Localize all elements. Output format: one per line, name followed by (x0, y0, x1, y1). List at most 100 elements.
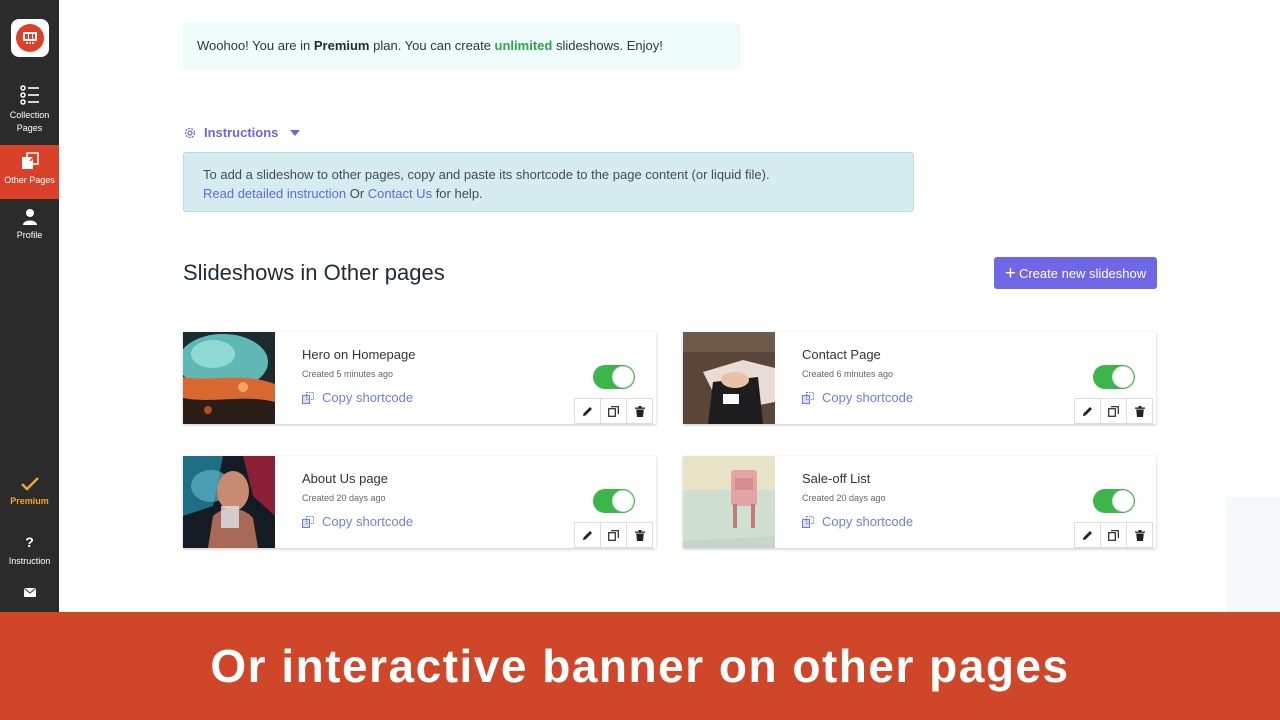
sidebar-item-collection-pages[interactable]: Collection Pages (0, 80, 59, 138)
caret-down-icon (290, 129, 301, 136)
edit-button[interactable] (1074, 398, 1101, 424)
sidebar-item-profile[interactable]: Profile (0, 204, 59, 252)
pencil-icon (583, 406, 592, 416)
duplicate-button[interactable] (600, 522, 627, 548)
instructions-text: To add a slideshow to other pages, copy … (203, 167, 770, 182)
toggle-knob (1112, 490, 1134, 512)
slideshow-card: Sale-off List Created 20 days ago Copy s… (683, 456, 1156, 548)
page-title: Slideshows in Other pages (183, 260, 445, 285)
instructions-toggle[interactable]: Instructions (184, 125, 301, 140)
duplicate-icon (1108, 529, 1119, 541)
card-actions (1074, 398, 1153, 424)
duplicate-icon (608, 529, 619, 541)
toggle-knob (612, 366, 634, 388)
background-panel (1226, 497, 1280, 612)
pencil-icon (1083, 406, 1092, 416)
delete-button[interactable] (626, 522, 653, 548)
create-button-label: Create new slideshow (1018, 265, 1147, 281)
slideshow-created: Created 6 minutes ago (802, 369, 894, 379)
unlimited-highlight: unlimited (494, 38, 553, 53)
plan-name: Premium (313, 38, 370, 53)
contact-us-link[interactable]: Contact Us (368, 186, 432, 201)
trash-icon (634, 529, 645, 541)
copy-shortcode-link[interactable]: Copy shortcode (302, 514, 413, 529)
sidebar-item-label: Other Pages (4, 175, 55, 185)
shortcode-icon (302, 391, 314, 404)
premium-plan-notice: Woohoo! You are in Premium plan. You can… (183, 23, 740, 69)
slideshow-thumbnail[interactable] (183, 332, 275, 424)
trash-icon (1134, 405, 1145, 417)
user-icon (22, 209, 37, 225)
slideshow-card: Hero on Homepage Created 5 minutes ago C… (183, 332, 656, 424)
instructions-label: Instructions (204, 125, 279, 140)
copy-shortcode-label: Copy shortcode (822, 390, 914, 405)
slideshow-card: Contact Page Created 6 minutes ago Copy … (683, 332, 1156, 424)
or-text: Or (346, 186, 368, 201)
sidebar-item-instruction[interactable]: ? Instruction (0, 532, 59, 576)
shortcode-icon (802, 391, 814, 404)
copy-shortcode-link[interactable]: Copy shortcode (802, 390, 913, 405)
check-icon (20, 477, 39, 491)
sidebar-item-label: Profile (16, 230, 43, 240)
edit-button[interactable] (574, 398, 601, 424)
notice-text: slideshows. Enjoy! (552, 38, 663, 53)
sidebar-item-other-pages[interactable]: Other Pages (0, 145, 59, 199)
delete-button[interactable] (1126, 398, 1153, 424)
card-actions (1074, 522, 1153, 548)
slideshow-thumbnail[interactable] (683, 456, 775, 548)
toggle-knob (1112, 366, 1134, 388)
toggle-knob (612, 490, 634, 512)
duplicate-icon (1108, 405, 1119, 417)
trash-icon (1134, 529, 1145, 541)
app-logo[interactable] (11, 19, 49, 57)
pencil-icon (1083, 530, 1092, 540)
copy-shortcode-label: Copy shortcode (822, 514, 914, 529)
sidebar: Collection Pages Other Pages Profile Prem… (0, 0, 59, 612)
slideshow-toggle[interactable] (1093, 489, 1135, 513)
copy-shortcode-link[interactable]: Copy shortcode (302, 390, 413, 405)
notice-text: Woohoo! You are in (197, 38, 314, 53)
instructions-box: To add a slideshow to other pages, copy … (183, 152, 914, 212)
slideshow-toggle[interactable] (593, 365, 635, 389)
delete-button[interactable] (1126, 522, 1153, 548)
gear-icon (184, 127, 196, 138)
pages-icon (21, 152, 39, 169)
duplicate-button[interactable] (1100, 522, 1127, 548)
copy-shortcode-link[interactable]: Copy shortcode (802, 514, 913, 529)
promo-banner: Or interactive banner on other pages (0, 612, 1280, 720)
duplicate-icon (608, 405, 619, 417)
duplicate-button[interactable] (600, 398, 627, 424)
slideshow-created: Created 20 days ago (302, 493, 386, 503)
question-icon: ? (25, 534, 34, 550)
slideshow-created: Created 5 minutes ago (302, 369, 394, 379)
slideshow-toggle[interactable] (593, 489, 635, 513)
list-icon (19, 85, 39, 105)
slideshow-logo-icon (16, 24, 44, 52)
help-text: for help. (432, 186, 483, 201)
card-actions (574, 522, 653, 548)
duplicate-button[interactable] (1100, 398, 1127, 424)
read-instruction-link[interactable]: Read detailed instruction (203, 186, 346, 201)
create-slideshow-button[interactable]: + Create new slideshow (994, 257, 1157, 289)
slideshow-created: Created 20 days ago (802, 493, 886, 503)
sidebar-item-label: Premium (10, 496, 49, 506)
edit-button[interactable] (574, 522, 601, 548)
delete-button[interactable] (626, 398, 653, 424)
sidebar-item-label: Collection (9, 110, 50, 120)
card-actions (574, 398, 653, 424)
sidebar-item-mail[interactable] (0, 588, 59, 608)
slideshow-name: Sale-off List (802, 471, 871, 486)
pencil-icon (583, 530, 592, 540)
sidebar-item-premium[interactable]: Premium (0, 474, 59, 510)
slideshow-toggle[interactable] (1093, 365, 1135, 389)
copy-shortcode-label: Copy shortcode (322, 514, 414, 529)
slideshow-thumbnail[interactable] (183, 456, 275, 548)
copy-shortcode-label: Copy shortcode (322, 390, 414, 405)
slideshow-card: About Us page Created 20 days ago Copy s… (183, 456, 656, 548)
trash-icon (634, 405, 645, 417)
shortcode-icon (302, 515, 314, 528)
sidebar-item-label: Pages (16, 123, 43, 133)
edit-button[interactable] (1074, 522, 1101, 548)
slideshow-thumbnail[interactable] (683, 332, 775, 424)
plus-icon: + (1004, 262, 1016, 284)
